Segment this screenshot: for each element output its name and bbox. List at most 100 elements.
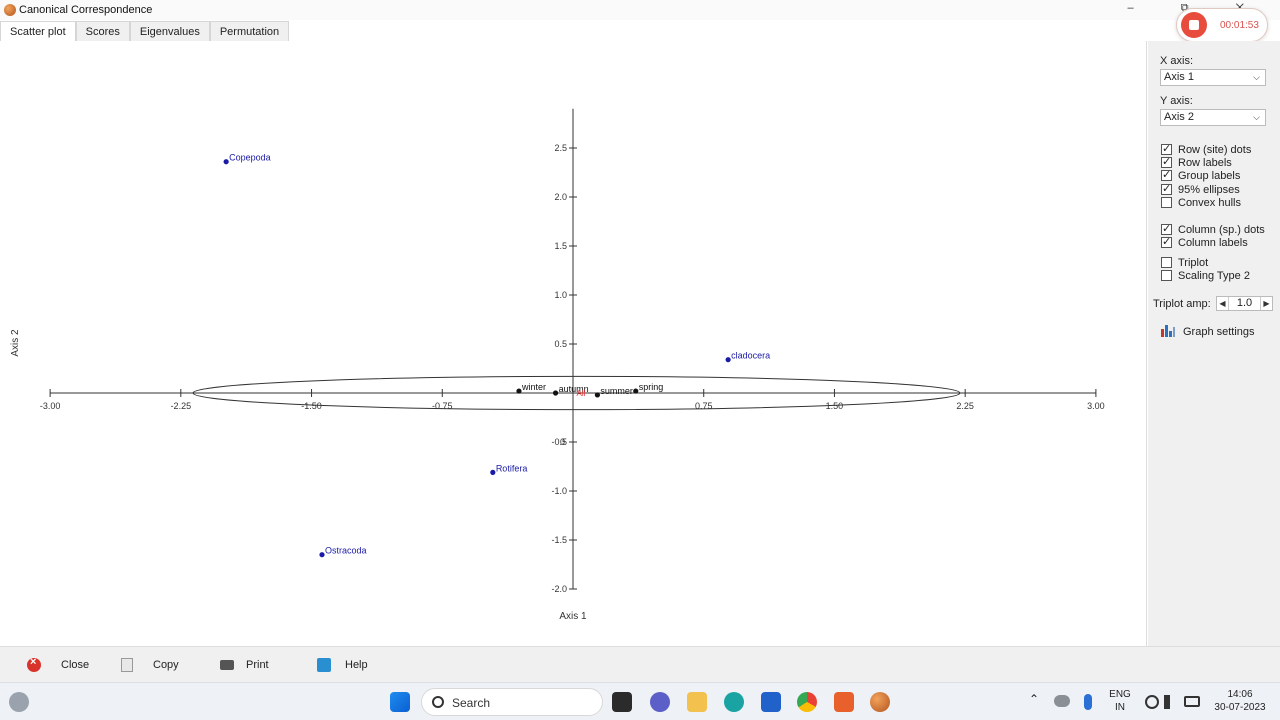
volume-icon[interactable] <box>1164 695 1178 709</box>
data-point-label: cladocera <box>731 351 770 361</box>
chrome-browser-icon[interactable] <box>797 692 817 712</box>
edge-browser-icon[interactable] <box>724 692 744 712</box>
os-taskbar: Search ⌃ ENG IN 14:06 30-07-2023 <box>0 682 1280 720</box>
options-sidebar: X axis: Axis 1 ⌵ Y axis: Axis 2 ⌵ Row (s… <box>1148 41 1280 646</box>
print-label: Print <box>246 659 269 671</box>
y-tick-label: 2.0 <box>554 192 567 202</box>
y-tick-label: 1.0 <box>554 290 567 300</box>
microphone-icon[interactable] <box>1084 694 1092 710</box>
chevron-right-icon[interactable]: ▶ <box>1260 297 1272 310</box>
help-label: Help <box>345 659 368 671</box>
data-point <box>552 390 559 396</box>
widgets-icon[interactable] <box>9 692 29 712</box>
y-tick-label: -2.0 <box>551 584 567 594</box>
task-view-icon[interactable] <box>612 692 632 712</box>
checkbox-column-labels[interactable]: Column labels <box>1161 235 1248 249</box>
stop-recording-icon[interactable] <box>1181 12 1207 38</box>
y-axis-title: Axis 2 <box>10 329 21 357</box>
onedrive-icon[interactable] <box>1054 695 1070 707</box>
graph-settings-button[interactable]: Graph settings <box>1183 326 1255 338</box>
scatter-plot-svg[interactable]: -3.00 -2.25 -1.50 -0.75 0.75 1.5 0 2.25 3.00 -2.0… <box>0 41 1147 646</box>
help-button[interactable]: Help <box>317 657 368 673</box>
data-point-label: winter <box>521 382 546 392</box>
copy-button[interactable]: Copy <box>121 657 179 673</box>
chevron-up-icon[interactable]: ⌃ <box>1029 693 1039 706</box>
y-tick-label: 0 <box>560 437 565 447</box>
clock-date: 30-07-2023 <box>1214 702 1266 713</box>
triplot-amp-stepper[interactable]: ◀ 1.0 ▶ <box>1216 296 1273 311</box>
tab-permutation[interactable]: Permutation <box>209 21 290 41</box>
x-axis-select[interactable]: Axis 1 ⌵ <box>1160 69 1266 86</box>
checkbox-convex-hulls-box[interactable] <box>1161 197 1172 208</box>
checkbox-95-ellipses[interactable]: 95% ellipses <box>1161 182 1240 196</box>
data-point <box>490 469 496 475</box>
bar-chart-icon[interactable] <box>1161 325 1175 337</box>
checkbox-column-labels-box[interactable] <box>1161 235 1172 248</box>
x-axis-title: Axis 1 <box>559 611 587 622</box>
y-axis-value: Axis 2 <box>1164 111 1194 123</box>
battery-icon[interactable] <box>1184 696 1200 707</box>
scatter-plot-area[interactable]: -3.00 -2.25 -1.50 -0.75 0.75 1.5 0 2.25 3.00 -2.0… <box>0 41 1147 646</box>
y-tick-label: -1.5 <box>551 535 567 545</box>
checkbox-label: Row (site) dots <box>1178 143 1252 156</box>
app-icon <box>4 4 16 16</box>
search-placeholder: Search <box>452 696 491 710</box>
copy-label: Copy <box>153 659 179 671</box>
data-point-label: spring <box>639 382 664 392</box>
checkbox-label: 95% ellipses <box>1178 183 1240 196</box>
tab-bar: Scatter plot Scores Eigenvalues Permutat… <box>0 21 290 41</box>
tab-scatter-plot[interactable]: Scatter plot <box>0 21 76 41</box>
checkbox-column-dots[interactable]: Column (sp.) dots <box>1161 222 1265 236</box>
checkbox-95-ellipses-box[interactable] <box>1161 182 1172 195</box>
checkbox-group-labels[interactable]: Group labels <box>1161 168 1240 182</box>
tab-eigenvalues[interactable]: Eigenvalues <box>129 21 210 41</box>
language-indicator[interactable]: ENG IN <box>1106 688 1134 714</box>
checkbox-triplot-box[interactable] <box>1161 257 1172 268</box>
screen-recorder-widget[interactable]: 00:01:53 <box>1176 8 1268 42</box>
checkbox-triplot[interactable]: Triplot <box>1161 256 1208 269</box>
language-code: ENG <box>1109 689 1131 700</box>
close-button[interactable]: × Close <box>27 656 90 673</box>
close-label: Close <box>61 659 90 671</box>
store-icon[interactable] <box>761 692 781 712</box>
x-axis-value: Axis 1 <box>1164 71 1194 83</box>
x-tick-label: -2.25 <box>171 401 192 411</box>
checkbox-scaling-type-2[interactable]: Scaling Type 2 <box>1161 269 1250 282</box>
group-label: All <box>576 389 585 398</box>
checkbox-row-labels[interactable]: Row labels <box>1161 155 1232 169</box>
checkbox-row-labels-box[interactable] <box>1161 155 1172 168</box>
help-book-icon <box>317 658 331 672</box>
windows-start-icon[interactable] <box>390 692 410 712</box>
screen-recorder-app-icon[interactable] <box>834 692 854 712</box>
checkbox-column-dots-box[interactable] <box>1161 222 1172 235</box>
triplot-amp-value[interactable]: 1.0 <box>1229 297 1260 310</box>
chevron-down-icon: ⌵ <box>1253 72 1260 82</box>
taskbar-search[interactable]: Search <box>421 688 603 716</box>
title-bar: Canonical Correspondence – ⧉ ✕ <box>0 0 1280 20</box>
y-axis-select[interactable]: Axis 2 ⌵ <box>1160 109 1266 126</box>
checkbox-row-site-dots[interactable]: Row (site) dots <box>1161 142 1252 156</box>
checkbox-convex-hulls[interactable]: Convex hulls <box>1161 196 1241 209</box>
checkbox-group-labels-box[interactable] <box>1161 168 1172 181</box>
chevron-left-icon[interactable]: ◀ <box>1217 297 1229 310</box>
print-button[interactable]: Print <box>220 657 269 673</box>
clock[interactable]: 14:06 30-07-2023 <box>1208 688 1272 714</box>
checkbox-row-site-dots-box[interactable] <box>1161 142 1172 155</box>
data-point <box>223 159 229 165</box>
data-point-label: Rotifera <box>496 463 528 473</box>
file-explorer-icon[interactable] <box>687 692 707 712</box>
copy-icon <box>121 658 133 672</box>
x-tick-label: 0.75 <box>695 401 713 411</box>
tab-scores[interactable]: Scores <box>75 21 130 41</box>
y-axis-label: Y axis: <box>1160 95 1193 107</box>
language-region: IN <box>1115 702 1125 713</box>
printer-icon <box>220 660 234 670</box>
teams-chat-icon[interactable] <box>650 692 670 712</box>
past-app-icon[interactable] <box>870 692 890 712</box>
triplot-amp-label: Triplot amp: <box>1153 298 1211 310</box>
recording-time: 00:01:53 <box>1220 20 1259 31</box>
network-icon[interactable] <box>1145 695 1159 709</box>
x-tick-label: -3.00 <box>40 401 61 411</box>
checkbox-scaling-type-2-box[interactable] <box>1161 270 1172 281</box>
x-axis-label: X axis: <box>1160 55 1194 67</box>
